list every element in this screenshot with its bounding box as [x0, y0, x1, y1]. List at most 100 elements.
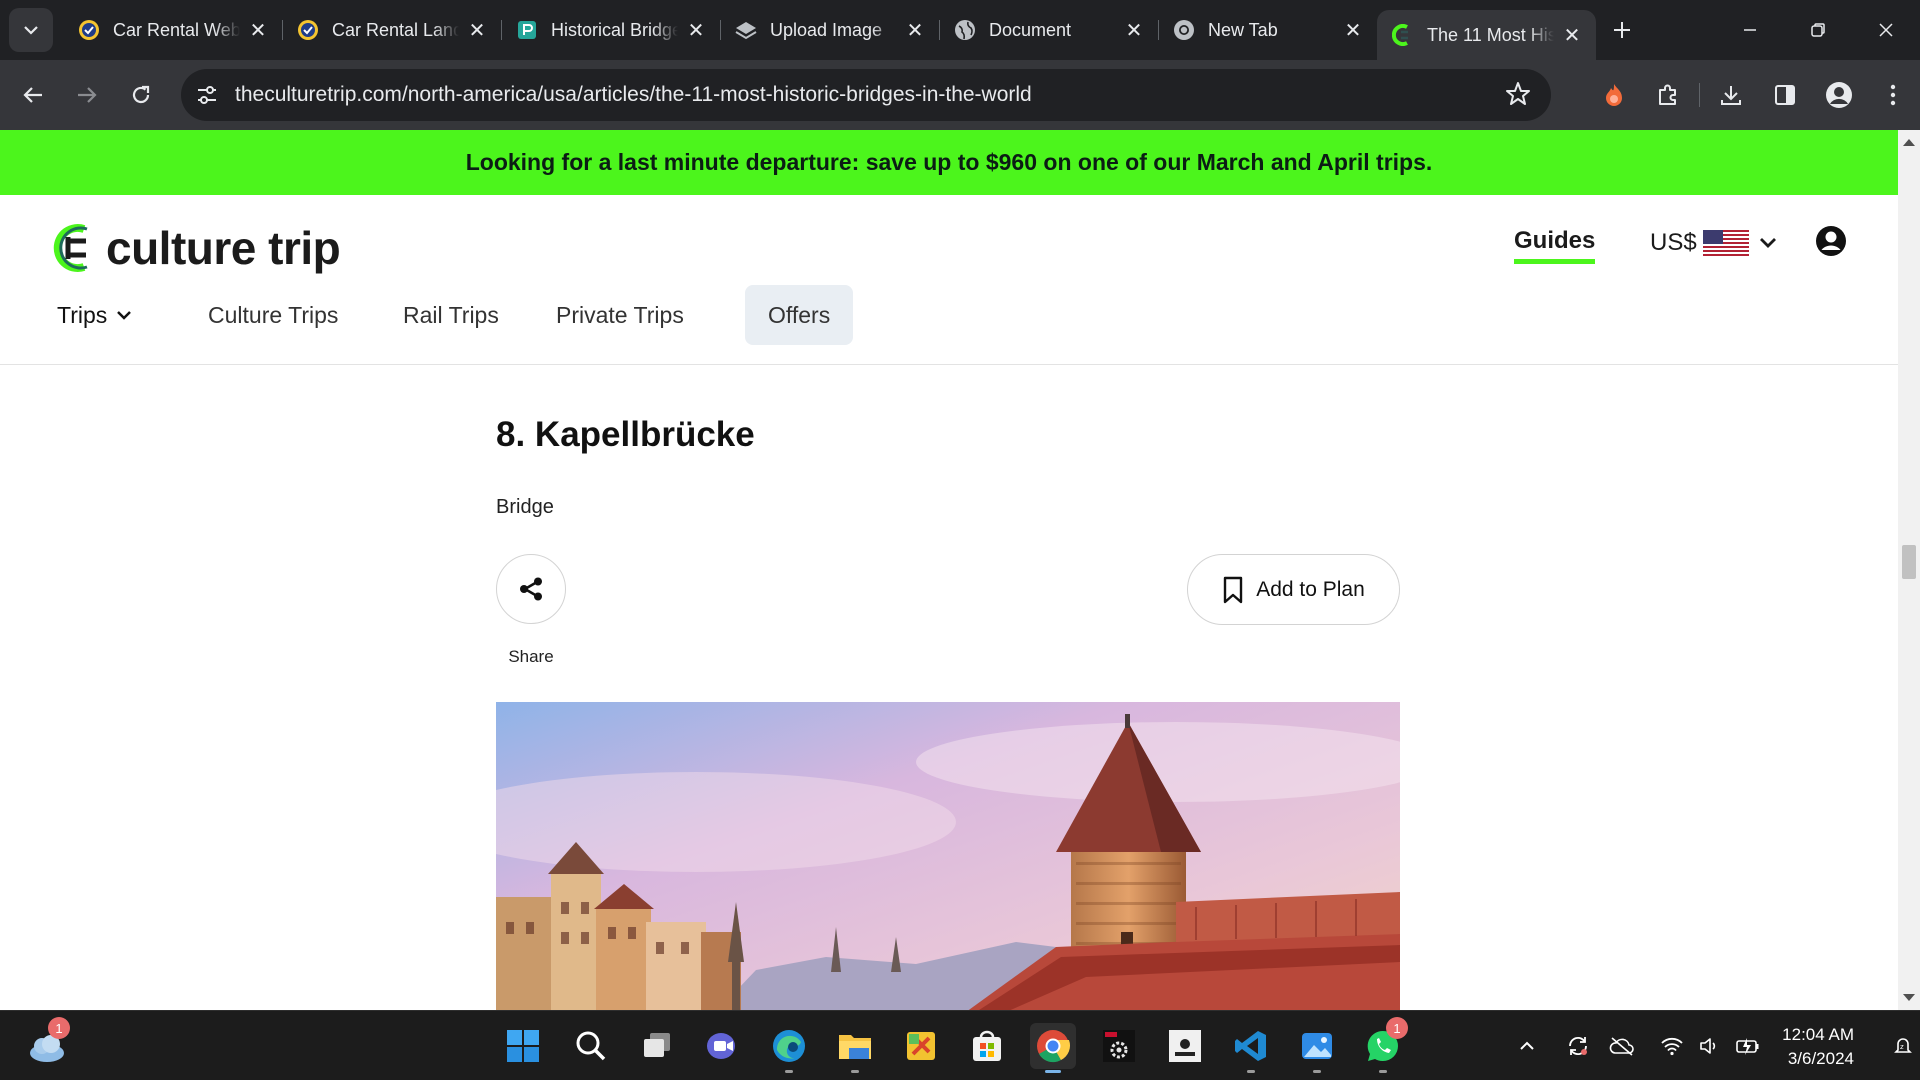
taskbar-clock[interactable]: 12:04 AM 3/6/2024 [1774, 1023, 1854, 1071]
tools-icon [907, 1032, 935, 1060]
pes-game-app[interactable] [1096, 1023, 1142, 1069]
task-view-button[interactable] [634, 1023, 680, 1069]
browser-tab[interactable]: Car Rental Landing ✕ [282, 7, 501, 53]
folder-icon [839, 1035, 871, 1059]
scroll-down-arrow-icon[interactable] [1903, 994, 1915, 1001]
photos-app[interactable] [1294, 1023, 1340, 1073]
profile-avatar-icon[interactable] [1812, 68, 1866, 122]
browser-tab[interactable]: Upload Image ✕ [720, 7, 939, 53]
nav-offers[interactable]: Offers [745, 285, 854, 345]
share-button[interactable] [496, 554, 566, 624]
arrow-left-icon [23, 87, 42, 103]
nav-trips-label: Trips [57, 301, 108, 328]
close-window-button[interactable] [1852, 0, 1920, 60]
reload-button[interactable] [114, 68, 168, 122]
bookmark-star-icon[interactable] [1505, 81, 1531, 112]
globe-icon [953, 18, 977, 42]
whatsapp-notification-badge: 1 [1386, 1017, 1408, 1039]
extension-fire-icon[interactable] [1587, 68, 1641, 122]
nav-trips-dropdown[interactable]: Trips [57, 285, 132, 345]
tab-title: Document [989, 19, 1072, 40]
weather-widget[interactable]: 1 [24, 1017, 70, 1069]
browser-tab[interactable]: Document ✕ [939, 7, 1158, 53]
forward-button[interactable] [60, 68, 114, 122]
document-icon [515, 18, 539, 42]
weather-notification-badge: 1 [48, 1017, 70, 1039]
address-bar[interactable]: theculturetrip.com/north-america/usa/art… [181, 69, 1551, 121]
scroll-thumb[interactable] [1902, 545, 1916, 579]
onedrive-offline-icon[interactable] [1600, 1019, 1644, 1073]
tune-icon [198, 86, 216, 104]
wifi-icon[interactable] [1652, 1019, 1692, 1073]
us-flag-icon [1702, 230, 1749, 256]
store-icon [973, 1030, 1001, 1061]
downloads-icon[interactable] [1704, 68, 1758, 122]
promo-banner[interactable]: Looking for a last minute departure: sav… [0, 130, 1898, 195]
site-info-button[interactable] [187, 75, 227, 115]
url-text: theculturetrip.com/north-america/usa/art… [235, 83, 1032, 106]
close-icon[interactable]: ✕ [903, 18, 927, 42]
side-panel-icon[interactable] [1758, 68, 1812, 122]
microsoft-store-app[interactable] [964, 1023, 1010, 1069]
volume-icon[interactable] [1692, 1019, 1728, 1073]
back-button[interactable] [6, 68, 60, 122]
running-indicator [1379, 1070, 1387, 1073]
teams-app[interactable] [700, 1023, 746, 1069]
place-category: Bridge [496, 496, 554, 518]
nav-private-trips[interactable]: Private Trips [556, 285, 684, 345]
close-icon[interactable]: ✕ [1560, 23, 1584, 47]
notification-center-icon[interactable]: z [1892, 1029, 1914, 1063]
running-indicator [1313, 1070, 1321, 1073]
tab-title: Upload Image [770, 19, 883, 40]
close-icon[interactable]: ✕ [684, 18, 708, 42]
browser-tab[interactable]: Car Rental Website ✕ [63, 7, 282, 53]
currency-label: US$ [1650, 229, 1697, 256]
browser-tab-bar: Car Rental Website ✕ Car Rental Landing … [0, 0, 1920, 60]
sync-icon[interactable] [1556, 1019, 1600, 1073]
close-icon[interactable]: ✕ [1341, 18, 1365, 42]
taskbar-search-button[interactable] [568, 1023, 614, 1069]
kebab-menu-icon[interactable] [1866, 68, 1920, 122]
guides-link[interactable]: Guides [1514, 227, 1596, 264]
culture-trip-logo[interactable]: culture trip [50, 221, 341, 275]
account-icon[interactable] [1815, 225, 1847, 262]
new-tab-button[interactable] [1602, 10, 1642, 50]
close-icon[interactable]: ✕ [246, 18, 270, 42]
paint-tool-app[interactable] [898, 1023, 944, 1069]
extensions-puzzle-icon[interactable] [1641, 68, 1695, 122]
scroll-up-arrow-icon[interactable] [1903, 139, 1915, 146]
plus-icon [1614, 22, 1630, 38]
close-icon[interactable]: ✕ [1122, 18, 1146, 42]
add-to-plan-button[interactable]: Add to Plan [1187, 554, 1400, 625]
fifa-game-app[interactable] [1162, 1023, 1208, 1069]
share-label: Share [508, 647, 554, 666]
whatsapp-app[interactable]: 1 [1360, 1017, 1408, 1073]
browser-tab[interactable]: New Tab ✕ [1158, 7, 1377, 53]
close-icon[interactable]: ✕ [465, 18, 489, 42]
tab-search-button[interactable] [9, 8, 53, 52]
nav-rail-trips[interactable]: Rail Trips [403, 285, 499, 345]
tab-title: Car Rental Website [113, 19, 240, 40]
currency-selector[interactable]: US$ [1650, 229, 1777, 257]
windows-start-button[interactable] [500, 1023, 546, 1069]
task-view-icon [644, 1033, 670, 1057]
browser-tab-active[interactable]: The 11 Most Historic Bridges ✕ [1377, 10, 1596, 60]
edge-app[interactable] [766, 1023, 812, 1073]
chrome-app[interactable] [1030, 1023, 1076, 1073]
reload-icon [132, 85, 150, 104]
bridge-tower-image [496, 702, 1400, 1010]
browser-tab[interactable]: Historical Bridges ✕ [501, 7, 720, 53]
nav-culture-trips[interactable]: Culture Trips [208, 285, 338, 345]
show-hidden-icons-chevron-icon[interactable] [1510, 1019, 1544, 1073]
running-indicator [1045, 1070, 1061, 1073]
battery-charging-icon[interactable] [1728, 1019, 1768, 1073]
minimize-button[interactable] [1716, 0, 1784, 60]
page-scrollbar[interactable] [1898, 130, 1920, 1010]
vscode-app[interactable] [1228, 1023, 1274, 1073]
restore-button[interactable] [1784, 0, 1852, 60]
tab-title: The 11 Most Historic Bridges [1427, 24, 1554, 45]
chevron-down-icon [117, 310, 132, 320]
kapellbrucke-photo [496, 702, 1400, 1010]
file-explorer-app[interactable] [832, 1023, 878, 1073]
svg-text:z: z [1900, 1043, 1904, 1051]
